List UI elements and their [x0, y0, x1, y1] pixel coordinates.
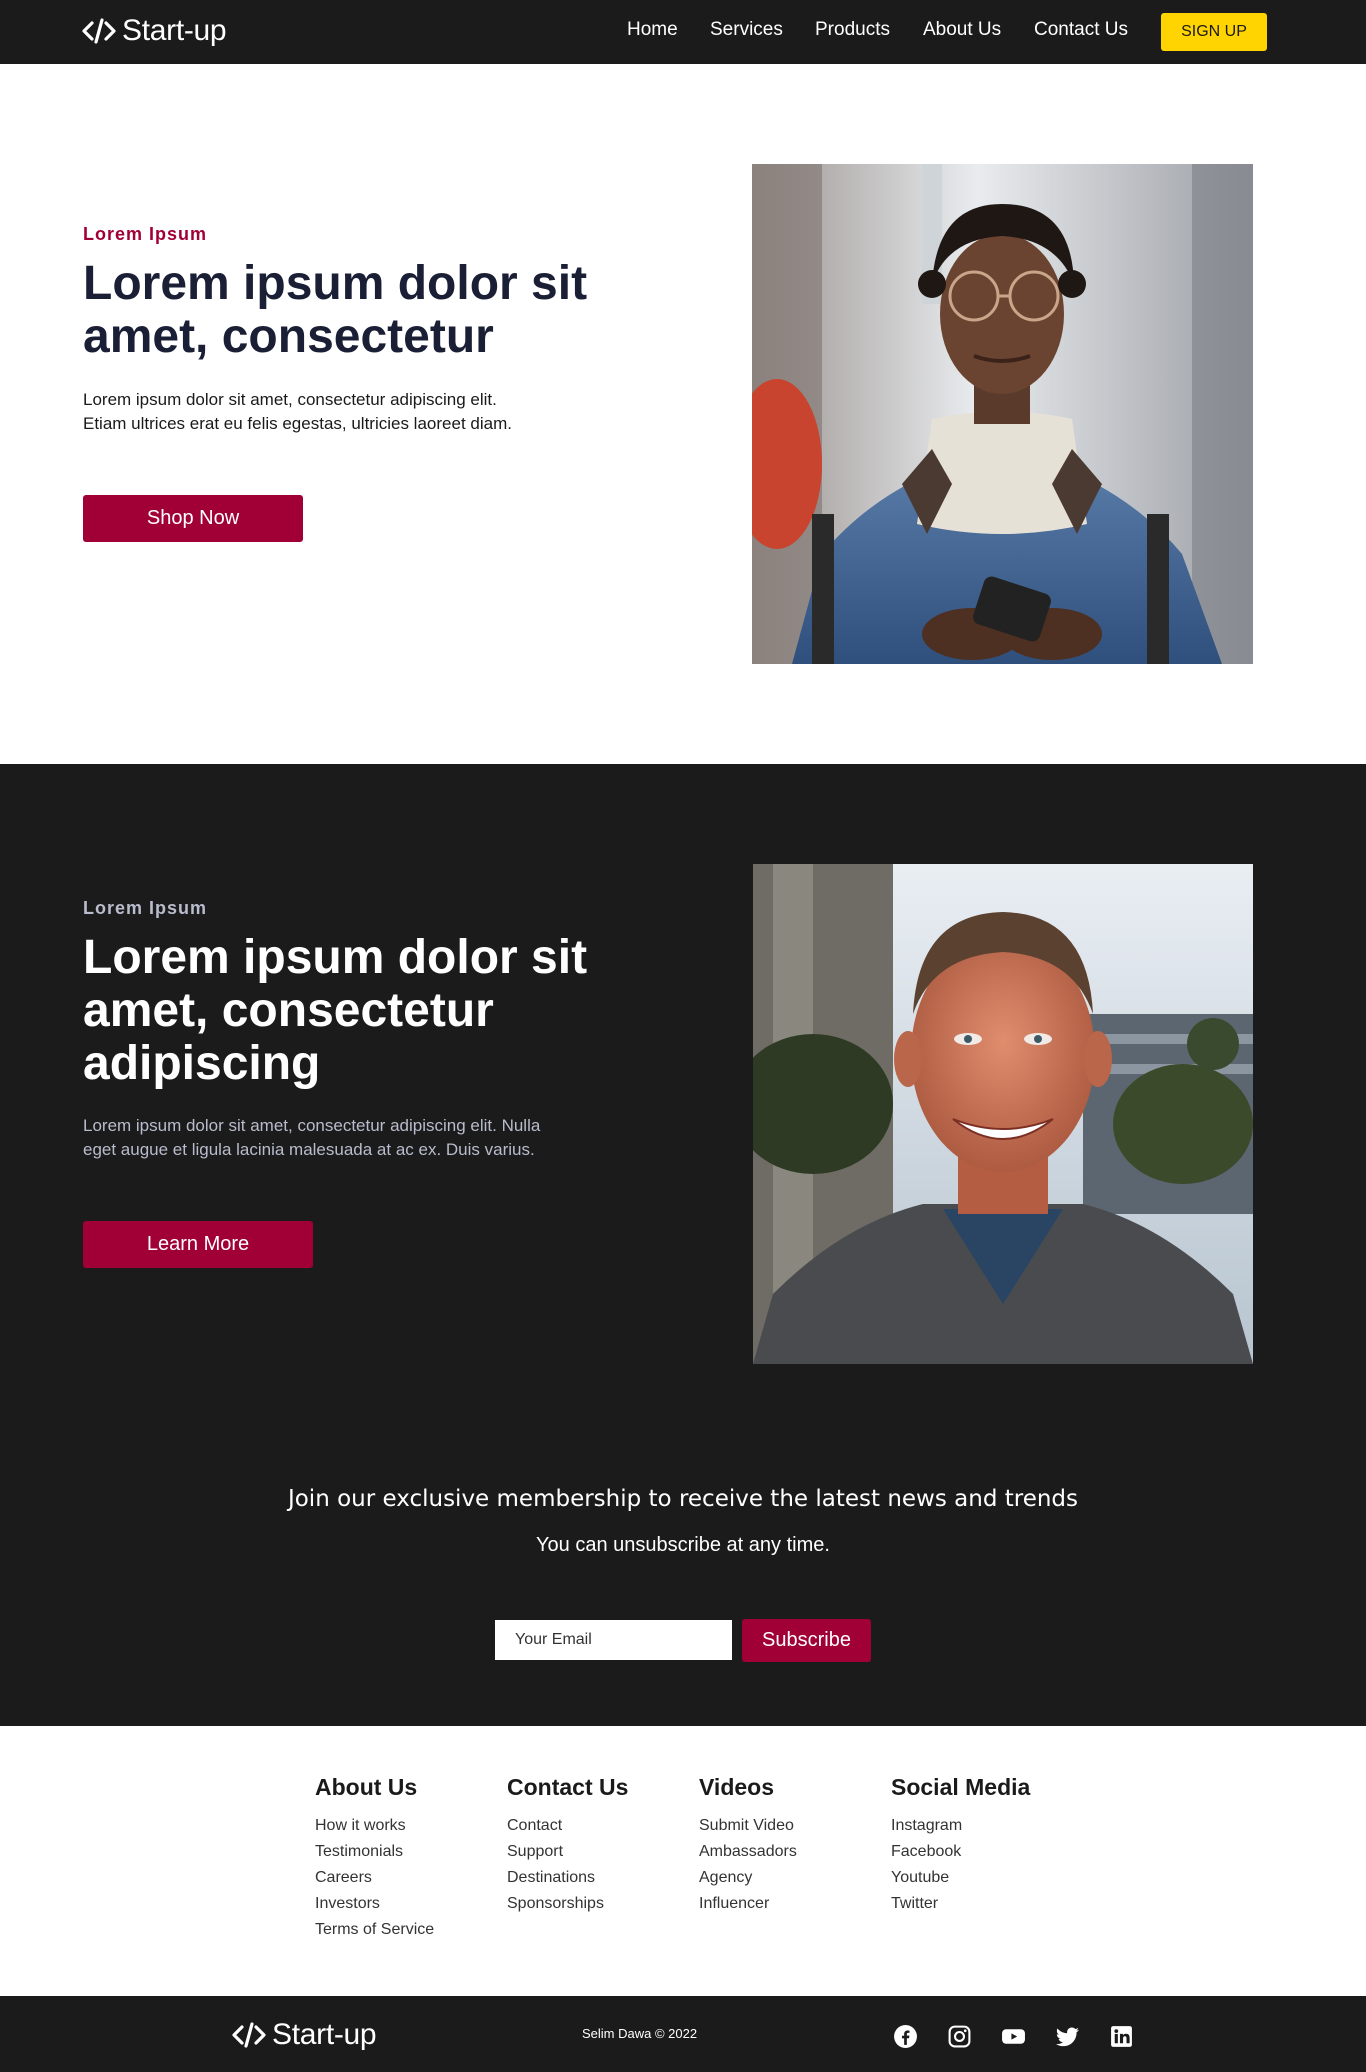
hero1-paragraph: Lorem ipsum dolor sit amet, consectetur … [83, 390, 512, 433]
footer-link-investors[interactable]: Investors [315, 1891, 505, 1917]
footer-link-youtube[interactable]: Youtube [891, 1865, 1081, 1891]
footer-link-influencer[interactable]: Influencer [699, 1891, 889, 1917]
footer-link-sponsorships[interactable]: Sponsorships [507, 1891, 697, 1917]
hero2-headline: Lorem ipsum dolor sit amet, consectetur … [83, 931, 588, 1090]
footer-link-testimonials[interactable]: Testimonials [315, 1839, 505, 1865]
footer-link-support[interactable]: Support [507, 1839, 697, 1865]
shop-now-button[interactable]: Shop Now [83, 495, 303, 542]
footer-link-instagram[interactable]: Instagram [891, 1813, 1081, 1839]
hero-section-1: Lorem Ipsum Lorem ipsum dolor sit amet, … [0, 64, 1366, 764]
footer-link-how-it-works[interactable]: How it works [315, 1813, 505, 1839]
hero2-paragraph: Lorem ipsum dolor sit amet, consectetur … [83, 1116, 541, 1159]
copyright-text: Selim Dawa © 2022 [582, 2026, 698, 2041]
hero1-headline: Lorem ipsum dolor sit amet, consectetur [83, 257, 588, 363]
top-navbar: Start-up Home Services Products About Us… [0, 0, 1366, 64]
bottom-bar: Start-up Selim Dawa © 2022 [0, 1996, 1366, 2072]
nav-link-contact-us[interactable]: Contact Us [1034, 19, 1128, 41]
footer-link-ambassadors[interactable]: Ambassadors [699, 1839, 889, 1865]
learn-more-button[interactable]: Learn More [83, 1221, 313, 1268]
footer-link-contact[interactable]: Contact [507, 1813, 697, 1839]
nav-link-home[interactable]: Home [627, 19, 678, 41]
footer-link-twitter[interactable]: Twitter [891, 1891, 1081, 1917]
footer-link-destinations[interactable]: Destinations [507, 1865, 697, 1891]
nav-link-about-us[interactable]: About Us [923, 19, 1001, 41]
nav-link-services[interactable]: Services [710, 19, 783, 41]
instagram-icon[interactable] [939, 2016, 979, 2056]
hero2-eyebrow: Lorem Ipsum [83, 898, 208, 918]
linkedin-icon[interactable] [1101, 2016, 1141, 2056]
brand-logo[interactable]: Start-up [82, 14, 227, 48]
footer-column-social-media: Social Media Instagram Facebook Youtube … [891, 1774, 1081, 1917]
subscribe-button[interactable]: Subscribe [742, 1619, 871, 1662]
email-input[interactable] [495, 1620, 732, 1660]
brand-name: Start-up [122, 14, 227, 47]
footer-column-about-us: About Us How it works Testimonials Caree… [315, 1774, 505, 1943]
hero1-photo-woman [752, 164, 1253, 664]
footer-link-submit-video[interactable]: Submit Video [699, 1813, 889, 1839]
nav-link-products[interactable]: Products [815, 19, 890, 41]
footer-link-terms-of-service[interactable]: Terms of Service [315, 1917, 505, 1943]
footer-link-facebook[interactable]: Facebook [891, 1839, 1081, 1865]
code-icon [82, 18, 116, 44]
twitter-icon[interactable] [1047, 2016, 1087, 2056]
sign-up-button[interactable]: SIGN UP [1161, 13, 1267, 51]
footer-column-videos: Videos Submit Video Ambassadors Agency I… [699, 1774, 889, 1917]
footer-heading: Contact Us [507, 1774, 629, 1800]
youtube-icon[interactable] [993, 2016, 1033, 2056]
hero-section-2: Lorem Ipsum Lorem ipsum dolor sit amet, … [0, 764, 1366, 1726]
hero1-eyebrow: Lorem Ipsum [83, 224, 208, 244]
footer-heading: Videos [699, 1774, 774, 1800]
hero2-photo-man [753, 864, 1253, 1364]
footer-link-agency[interactable]: Agency [699, 1865, 889, 1891]
footer-heading: Social Media [891, 1774, 1031, 1800]
footer-brand-logo[interactable]: Start-up [232, 2018, 377, 2052]
footer-brand-name: Start-up [272, 2018, 377, 2051]
footer-heading: About Us [315, 1774, 418, 1800]
footer-column-contact-us: Contact Us Contact Support Destinations … [507, 1774, 697, 1917]
newsletter-title: Join our exclusive membership to receive… [287, 1486, 1079, 1512]
newsletter-subtitle: You can unsubscribe at any time. [536, 1534, 830, 1556]
facebook-icon[interactable] [885, 2016, 925, 2056]
footer-link-careers[interactable]: Careers [315, 1865, 505, 1891]
footer-links: About Us How it works Testimonials Caree… [0, 1726, 1366, 1996]
code-icon [232, 2022, 266, 2048]
